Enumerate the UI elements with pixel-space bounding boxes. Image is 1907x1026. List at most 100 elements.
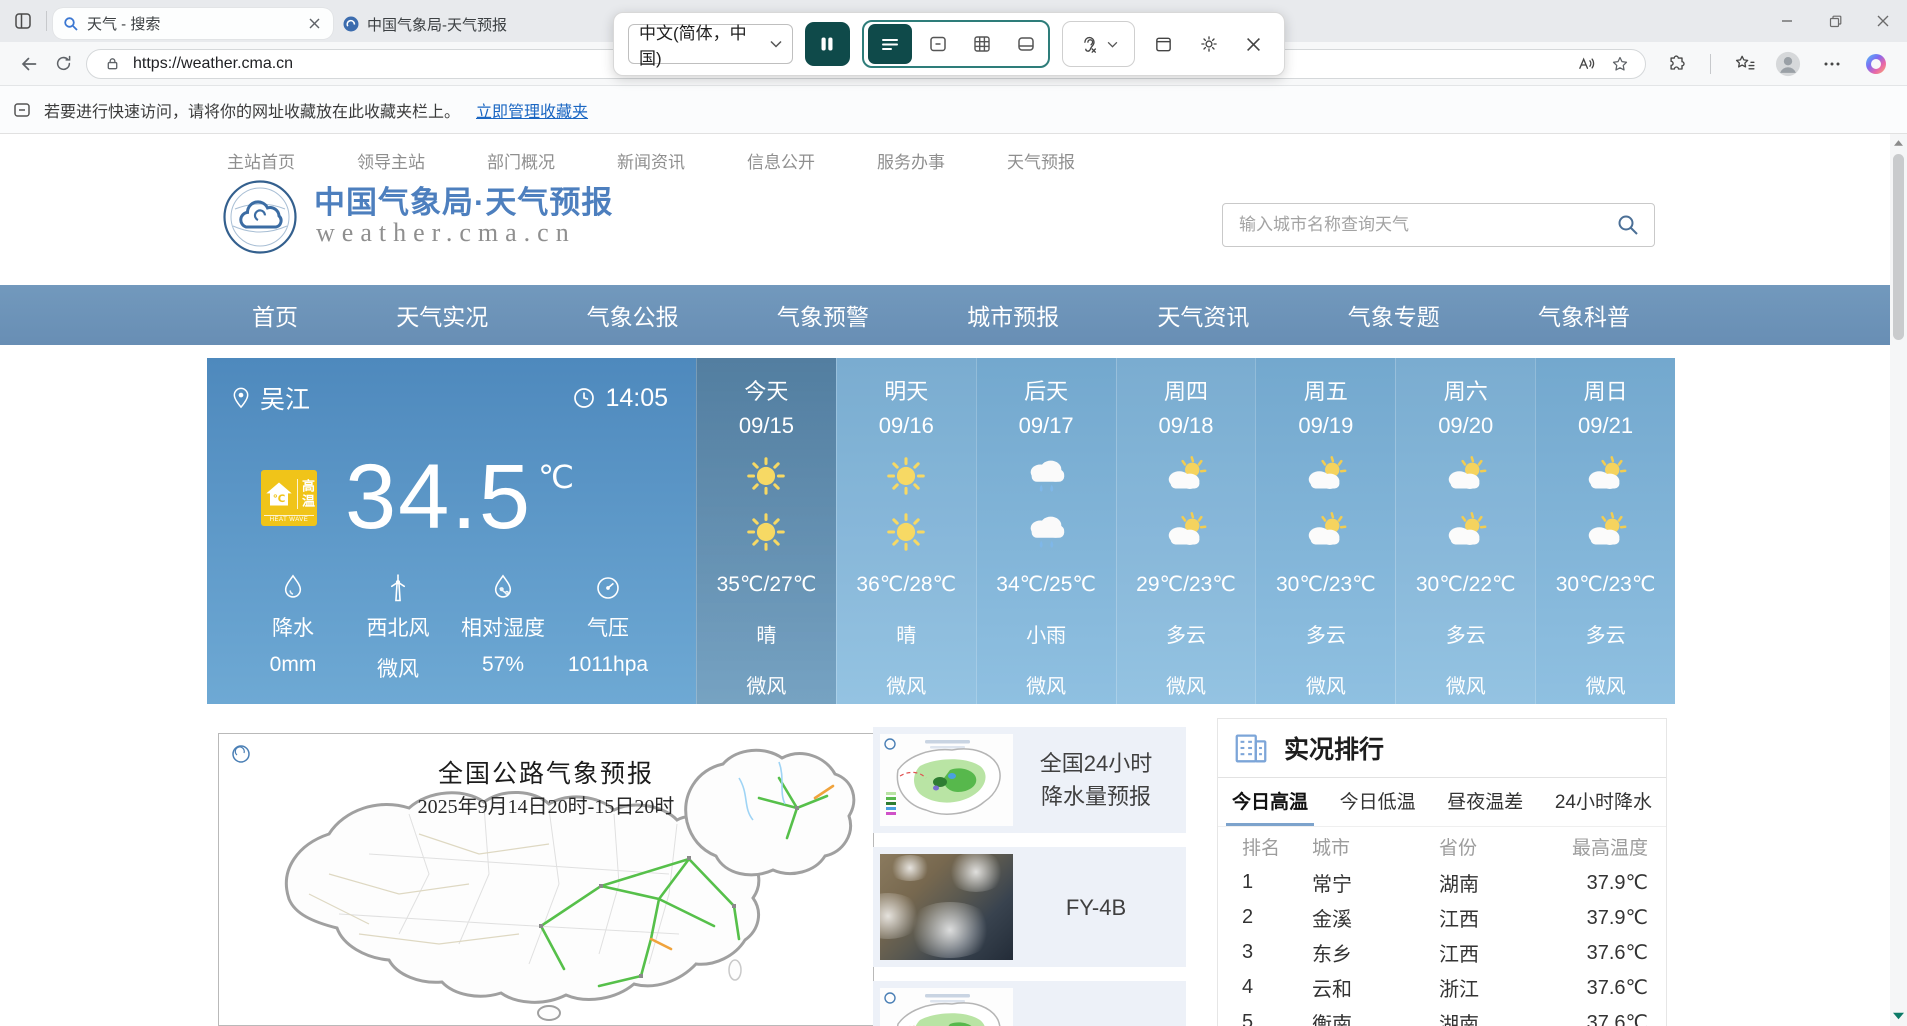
restore-button[interactable] xyxy=(1811,0,1859,42)
weather-stat: 西北风微风 xyxy=(346,571,450,683)
precip-thumbnail xyxy=(880,734,1013,826)
forecast-wind: 微风 xyxy=(746,670,786,699)
language-select-value: 中文(简体，中国) xyxy=(639,19,764,69)
ranking-cell: 37.6℃ xyxy=(1569,975,1652,1000)
ranking-tab[interactable]: 24小时降水 xyxy=(1549,778,1658,826)
text-view-button[interactable] xyxy=(868,24,912,64)
gov-nav-item[interactable]: 主站首页 xyxy=(227,148,295,173)
site-title[interactable]: 中国气象局·天气预报 xyxy=(314,177,613,222)
tab-close-icon[interactable] xyxy=(305,15,323,33)
forecast-column[interactable]: 周四09/1829℃/23℃多云微风 xyxy=(1116,358,1256,704)
weather-stat: 相对湿度57% xyxy=(451,571,555,683)
forecast-column[interactable]: 今天09/1535℃/27℃晴微风 xyxy=(696,358,836,704)
ranking-tab[interactable]: 今日高温 xyxy=(1226,778,1314,826)
main-nav-item[interactable]: 城市预报 xyxy=(967,298,1059,332)
box-minus-icon xyxy=(928,34,948,54)
stat-value: 微风 xyxy=(377,653,419,683)
city-search-input[interactable] xyxy=(1223,215,1602,235)
forecast-column[interactable]: 周六09/2030℃/22℃多云微风 xyxy=(1395,358,1535,704)
voice-options-button[interactable] xyxy=(1062,21,1136,67)
gov-nav-item[interactable]: 天气预报 xyxy=(1007,148,1075,173)
tab-title: 中国气象局-天气预报 xyxy=(367,14,603,35)
gov-nav-item[interactable]: 部门概况 xyxy=(487,148,555,173)
forecast-column[interactable]: 周五09/1930℃/23℃多云微风 xyxy=(1255,358,1395,704)
reader-toolbar: 中文(简体，中国) xyxy=(613,12,1285,76)
box-bottom-bar-icon xyxy=(1016,34,1036,54)
main-nav-item[interactable]: 气象公报 xyxy=(587,298,679,332)
gear-icon[interactable] xyxy=(1192,27,1225,61)
ranking-header-cell: 最高温度 xyxy=(1569,833,1652,860)
forecast-temps: 30℃/23℃ xyxy=(1556,572,1656,597)
gov-nav-item[interactable]: 服务办事 xyxy=(877,148,945,173)
main-nav-item[interactable]: 气象专题 xyxy=(1348,298,1440,332)
forecast-wind: 微风 xyxy=(1446,670,1486,699)
back-icon[interactable] xyxy=(12,47,46,81)
cma-logo-emblem[interactable] xyxy=(222,179,298,255)
media-card[interactable] xyxy=(873,981,1186,1026)
forecast-day: 周日 xyxy=(1584,374,1628,406)
ranking-cell: 江西 xyxy=(1439,903,1569,932)
gov-nav-item[interactable]: 信息公开 xyxy=(747,148,815,173)
ranking-cell: 5 xyxy=(1232,1011,1312,1026)
forecast-temps: 30℃/23℃ xyxy=(1276,572,1376,597)
gov-nav-item[interactable]: 领导主站 xyxy=(357,148,425,173)
main-nav-item[interactable]: 天气资讯 xyxy=(1157,298,1249,332)
manage-favorites-link[interactable]: 立即管理收藏夹 xyxy=(476,98,588,122)
weather-partly-icon xyxy=(1583,509,1629,557)
forecast-temps: 29℃/23℃ xyxy=(1136,572,1236,597)
svg-text:℃: ℃ xyxy=(273,494,286,505)
main-nav-item[interactable]: 气象科普 xyxy=(1538,298,1630,332)
refresh-icon[interactable] xyxy=(46,47,80,81)
ranking-tab[interactable]: 昼夜温差 xyxy=(1441,778,1529,826)
current-weather-card: 吴江 14:05 ℃ 高温 HEAT WAVE 34 xyxy=(207,358,696,704)
current-location[interactable]: 吴江 xyxy=(231,380,310,416)
language-select[interactable]: 中文(简体，中国) xyxy=(628,24,793,64)
lock-icon[interactable] xyxy=(99,51,125,77)
browser-tab-search[interactable]: 天气 - 搜索 xyxy=(53,8,333,39)
open-in-window-icon[interactable] xyxy=(1147,27,1180,61)
main-nav-item[interactable]: 首页 xyxy=(252,298,298,332)
extensions-icon[interactable] xyxy=(1660,47,1694,81)
close-window-button[interactable] xyxy=(1859,0,1907,42)
copilot-icon[interactable] xyxy=(1859,47,1893,81)
gov-nav-item[interactable]: 新闻资讯 xyxy=(617,148,685,173)
search-icon[interactable] xyxy=(1602,204,1654,246)
ranking-header-cell: 排名 xyxy=(1232,833,1312,860)
weather-section: 吴江 14:05 ℃ 高温 HEAT WAVE 34 xyxy=(207,358,1675,704)
main-nav-item[interactable]: 气象预警 xyxy=(777,298,869,332)
read-aloud-icon[interactable] xyxy=(1573,51,1599,77)
forecast-column[interactable]: 周日09/2130℃/23℃多云微风 xyxy=(1535,358,1675,704)
heat-wave-warning-badge[interactable]: ℃ 高温 HEAT WAVE xyxy=(261,470,317,526)
profile-avatar[interactable] xyxy=(1771,47,1805,81)
compact-view-button[interactable] xyxy=(920,26,956,62)
collections-icon[interactable] xyxy=(1727,47,1761,81)
forecast-wind: 微风 xyxy=(886,670,926,699)
ranking-cell: 金溪 xyxy=(1312,903,1439,932)
media-card[interactable]: 全国24小时 降水量预报 xyxy=(873,727,1186,833)
bottom-panel-view-button[interactable] xyxy=(1008,26,1044,62)
pause-button[interactable] xyxy=(805,22,850,66)
stat-value: 0mm xyxy=(270,653,317,677)
ranking-tab[interactable]: 今日低温 xyxy=(1334,778,1422,826)
close-reader-icon[interactable] xyxy=(1237,27,1270,61)
forecast-column[interactable]: 后天09/1734℃/25℃小雨微风 xyxy=(976,358,1116,704)
favorites-bar-icon xyxy=(12,100,32,120)
road-weather-map-panel[interactable]: 全国公路气象预报 2025年9月14日20时-15日20时 xyxy=(218,733,874,1026)
main-nav-item[interactable]: 天气实况 xyxy=(396,298,488,332)
media-card[interactable]: FY-4B xyxy=(873,847,1186,967)
more-menu-icon[interactable] xyxy=(1815,47,1849,81)
bing-search-icon xyxy=(63,16,79,32)
grid-view-button[interactable] xyxy=(964,26,1000,62)
forecast-column[interactable]: 明天09/1636℃/28℃晴微风 xyxy=(836,358,976,704)
tab-overview-icon[interactable] xyxy=(6,4,40,38)
stat-label: 降水 xyxy=(272,612,314,642)
browser-tab-cma[interactable]: 中国气象局-天气预报 xyxy=(333,8,613,40)
scroll-up-arrow[interactable] xyxy=(1890,134,1907,151)
forecast-wind: 微风 xyxy=(1166,670,1206,699)
favorite-star-icon[interactable] xyxy=(1607,51,1633,77)
minimize-button[interactable] xyxy=(1763,0,1811,42)
page-scrollbar[interactable] xyxy=(1890,134,1907,1026)
scroll-down-arrow[interactable] xyxy=(1890,1007,1907,1024)
media-cards: 全国24小时 降水量预报 FY-4B xyxy=(873,727,1186,1026)
scrollbar-thumb[interactable] xyxy=(1893,154,1904,340)
